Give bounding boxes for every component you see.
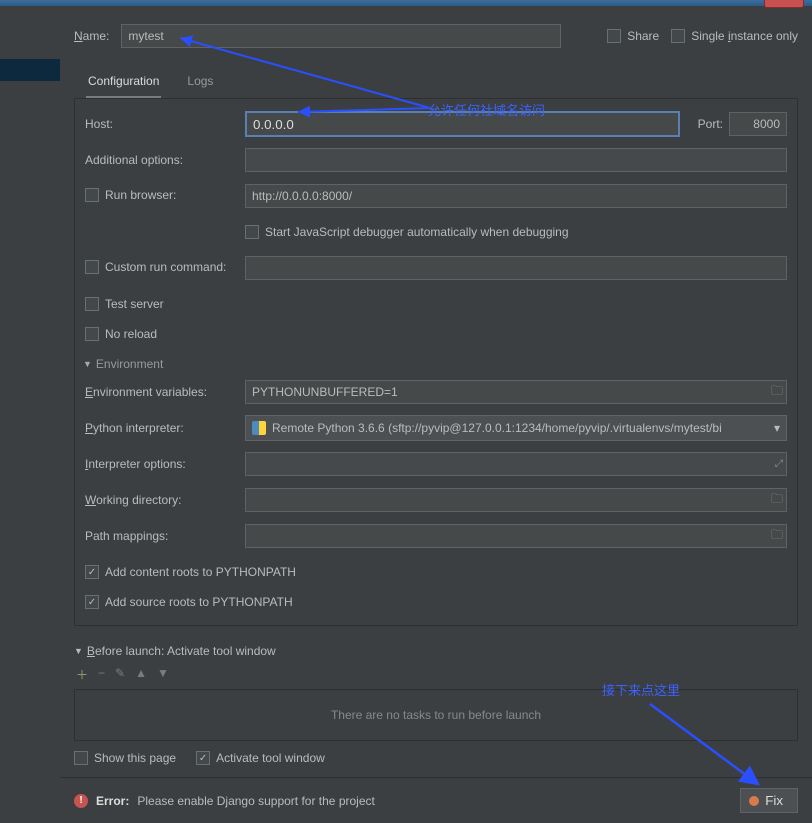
python-interpreter-label: Python interpreter: [85, 421, 245, 435]
bottom-bar: ! Error: Please enable Django support fo… [60, 777, 812, 823]
tabs: Configuration Logs [86, 70, 798, 98]
no-reload-checkbox[interactable]: No reload [85, 327, 157, 341]
port-input[interactable] [729, 112, 787, 136]
add-source-roots-checkbox[interactable]: Add source roots to PYTHONPATH [85, 595, 293, 609]
folder-icon[interactable]: 🗀 [771, 490, 783, 511]
fix-button[interactable]: Fix [740, 788, 798, 813]
activate-tool-window-checkbox[interactable]: Activate tool window [196, 751, 325, 765]
share-checkbox[interactable]: Share [607, 29, 659, 43]
add-source-roots-label: Add source roots to PYTHONPATH [105, 595, 293, 609]
tab-configuration[interactable]: Configuration [86, 70, 161, 98]
python-interpreter-select[interactable]: Remote Python 3.6.6 (sftp://pyvip@127.0.… [245, 415, 787, 441]
working-directory-input[interactable] [245, 488, 787, 512]
left-rail [0, 6, 60, 823]
start-js-debugger-label: Start JavaScript debugger automatically … [265, 225, 569, 239]
interpreter-options-input[interactable] [245, 452, 787, 476]
remove-icon: − [98, 666, 105, 683]
additional-options-label: Additional options: [85, 153, 245, 167]
folder-icon[interactable]: 🗀 [771, 382, 783, 403]
error-message: Please enable Django support for the pro… [137, 794, 375, 808]
interpreter-options-label: Interpreter options: [85, 457, 245, 471]
host-label: Host: [85, 117, 245, 131]
caret-down-icon: ▼ [74, 646, 83, 656]
before-launch-empty: There are no tasks to run before launch [74, 689, 798, 741]
tab-logs[interactable]: Logs [185, 70, 215, 98]
share-label: Share [627, 29, 659, 43]
error-label: Error: [96, 794, 129, 808]
folder-icon[interactable]: 🗀 [771, 526, 783, 547]
python-icon [252, 421, 266, 435]
name-input[interactable] [121, 24, 561, 48]
before-launch-header[interactable]: ▼ Before launch: Activate tool window [74, 644, 798, 658]
edit-icon: ✎ [115, 666, 125, 683]
additional-options-input[interactable] [245, 148, 787, 172]
start-js-debugger-checkbox[interactable]: Start JavaScript debugger automatically … [245, 225, 569, 239]
python-interpreter-value: Remote Python 3.6.6 (sftp://pyvip@127.0.… [272, 421, 722, 435]
path-mappings-input[interactable] [245, 524, 787, 548]
left-rail-selected-item[interactable] [0, 59, 60, 81]
configuration-panel: Host: Port: Additional options: Run brow… [74, 98, 798, 626]
environment-section-label: Environment [96, 357, 163, 371]
port-label: Port: [698, 117, 723, 131]
caret-down-icon: ▼ [83, 359, 92, 369]
add-content-roots-checkbox[interactable]: Add content roots to PYTHONPATH [85, 565, 296, 579]
name-label: Name: [74, 29, 109, 43]
host-input[interactable] [245, 111, 680, 137]
test-server-checkbox[interactable]: Test server [85, 297, 164, 311]
error-icon: ! [74, 794, 88, 808]
move-down-icon: ▼ [157, 666, 169, 683]
expand-icon[interactable]: ⤢ [775, 459, 783, 470]
no-reload-label: No reload [105, 327, 157, 341]
add-content-roots-label: Add content roots to PYTHONPATH [105, 565, 296, 579]
single-instance-label: Single instance only [691, 29, 798, 43]
error-area: ! Error: Please enable Django support fo… [74, 794, 375, 808]
single-instance-checkbox[interactable]: Single instance only [671, 29, 798, 43]
chevron-down-icon: ▾ [774, 421, 780, 435]
move-up-icon: ▲ [135, 666, 147, 683]
show-this-page-checkbox[interactable]: Show this page [74, 751, 176, 765]
run-browser-checkbox[interactable]: Run browser: [85, 188, 176, 202]
add-icon[interactable]: ＋ [76, 666, 88, 683]
main-panel: Name: Share Single instance only Configu… [60, 6, 812, 823]
environment-section-header[interactable]: ▼ Environment [83, 357, 787, 371]
env-vars-label: Environment variables: [85, 385, 245, 399]
before-launch-section: ▼ Before launch: Activate tool window ＋ … [74, 644, 798, 765]
run-browser-label: Run browser: [105, 188, 176, 202]
custom-run-command-input[interactable] [245, 256, 787, 280]
custom-run-command-checkbox[interactable]: Custom run command: [85, 260, 226, 274]
path-mappings-label: Path mappings: [85, 529, 245, 543]
activate-tool-window-label: Activate tool window [216, 751, 325, 765]
before-launch-toolbar: ＋ − ✎ ▲ ▼ [76, 666, 798, 683]
bulb-icon [749, 796, 759, 806]
fix-button-label: Fix [765, 793, 783, 808]
run-browser-url-input[interactable] [245, 184, 787, 208]
custom-run-command-label: Custom run command: [105, 260, 226, 274]
env-vars-input[interactable] [245, 380, 787, 404]
working-directory-label: Working directory: [85, 493, 245, 507]
show-this-page-label: Show this page [94, 751, 176, 765]
test-server-label: Test server [105, 297, 164, 311]
